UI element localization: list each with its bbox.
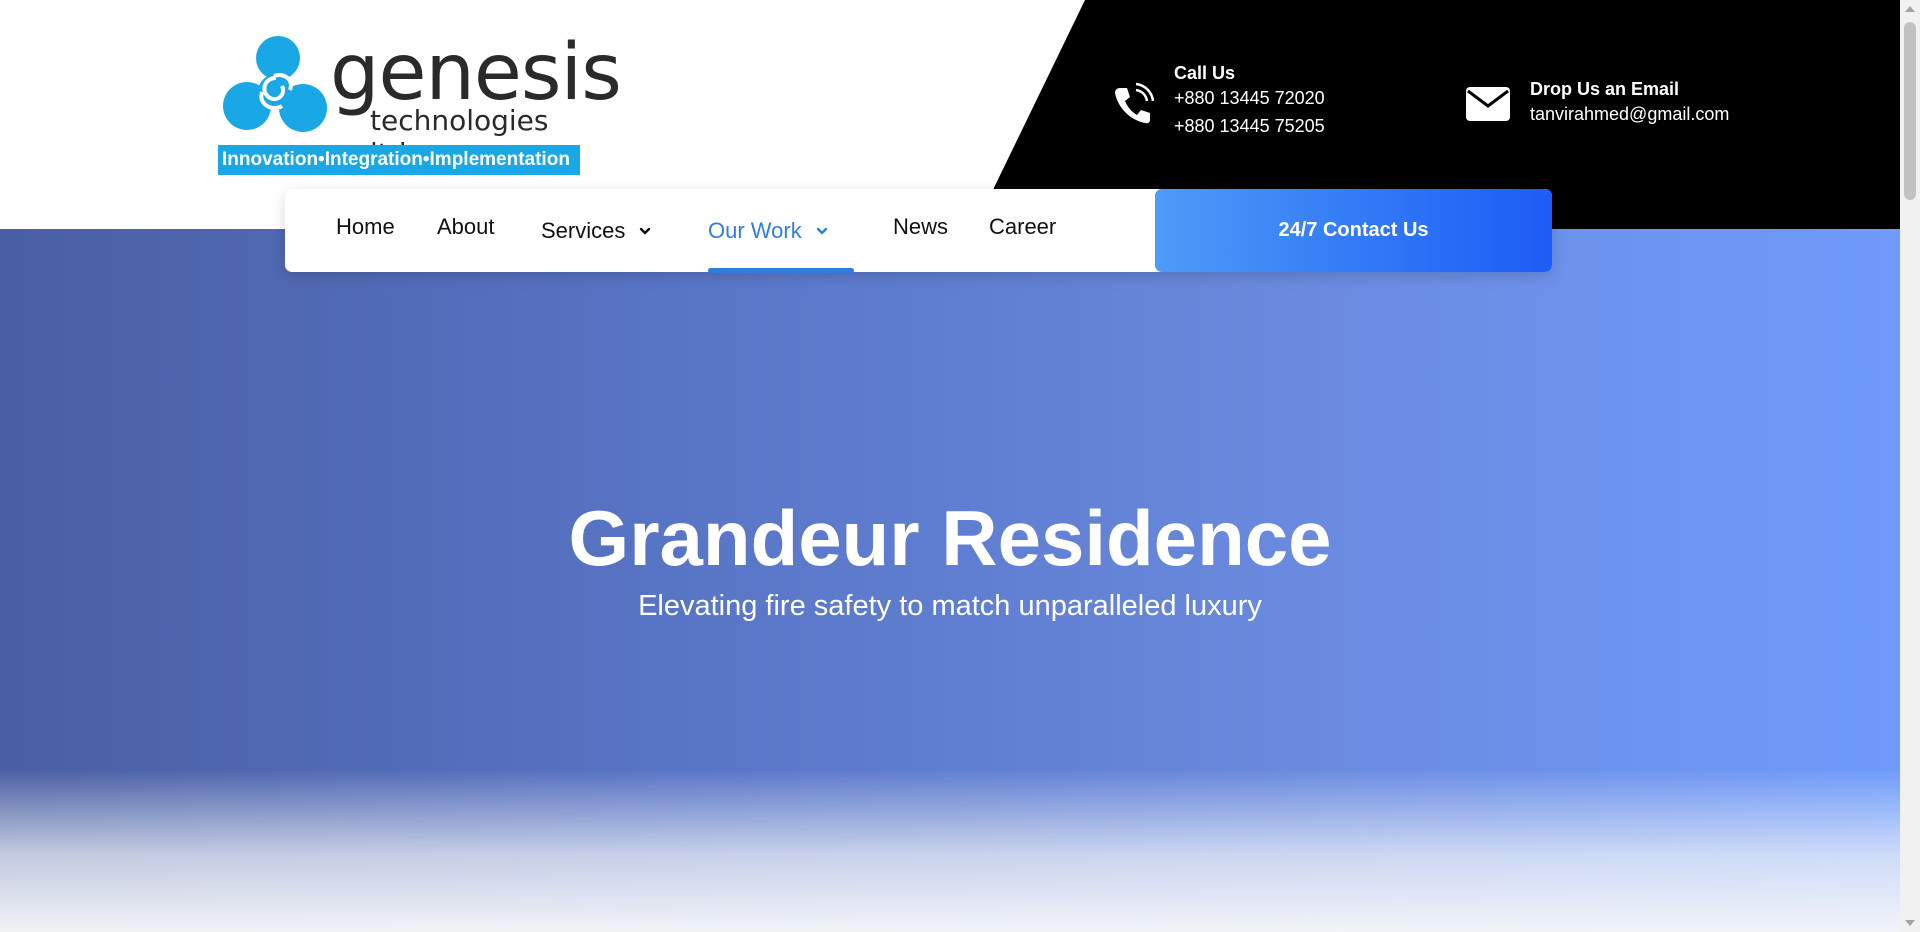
- nav-item-label: About: [437, 213, 495, 239]
- nav-item-news[interactable]: News: [893, 185, 948, 268]
- nav-item-label: Home: [336, 213, 395, 239]
- brand-logo[interactable]: genesis technologies ltd Innovation•Inte…: [214, 30, 622, 178]
- hero-fade: [0, 769, 1900, 932]
- phone-number-1[interactable]: +880 13445 72020: [1174, 84, 1374, 112]
- nav-item-home[interactable]: Home: [336, 185, 395, 268]
- scrollbar-thumb[interactable]: [1904, 22, 1916, 200]
- nav-item-label: Our Work: [708, 217, 802, 243]
- phone-number-2[interactable]: +880 13445 75205: [1174, 112, 1374, 140]
- chevron-down-icon: [640, 227, 651, 234]
- nav-item-label: Services: [541, 217, 626, 243]
- main-navigation: Home About Services Our Work News Career…: [285, 189, 1552, 273]
- nav-item-about[interactable]: About: [437, 185, 495, 268]
- contact-us-button[interactable]: 24/7 Contact Us: [1155, 189, 1552, 272]
- active-tab-indicator: [708, 268, 854, 273]
- hero-banner: Grandeur Residence Elevating fire safety…: [0, 229, 1900, 932]
- scroll-down-arrow-icon[interactable]: [1905, 920, 1915, 926]
- logo-mark-icon: [223, 36, 327, 132]
- chevron-down-icon: [816, 227, 827, 234]
- brand-tagline: Innovation•Integration•Implementation: [218, 145, 580, 175]
- hero-title: Grandeur Residence: [568, 494, 1332, 582]
- phone-icon: [1115, 82, 1154, 124]
- nav-item-our-work[interactable]: Our Work: [708, 189, 854, 273]
- scroll-up-arrow-icon[interactable]: [1905, 6, 1915, 12]
- nav-item-services[interactable]: Services: [541, 189, 651, 272]
- envelope-icon: [1466, 87, 1510, 121]
- nav-item-label: Career: [989, 213, 1057, 239]
- hero-subtitle: Elevating fire safety to match unparalle…: [638, 590, 1262, 622]
- call-label: Call Us: [1174, 63, 1236, 83]
- nav-item-career[interactable]: Career: [989, 185, 1056, 268]
- page: genesis technologies ltd Innovation•Inte…: [0, 0, 1920, 932]
- nav-item-label: News: [893, 213, 949, 239]
- email-label: Drop Us an Email: [1530, 79, 1680, 99]
- email-address[interactable]: tanvirahmed@gmail.com: [1530, 100, 1790, 128]
- vertical-scrollbar[interactable]: [1900, 0, 1920, 932]
